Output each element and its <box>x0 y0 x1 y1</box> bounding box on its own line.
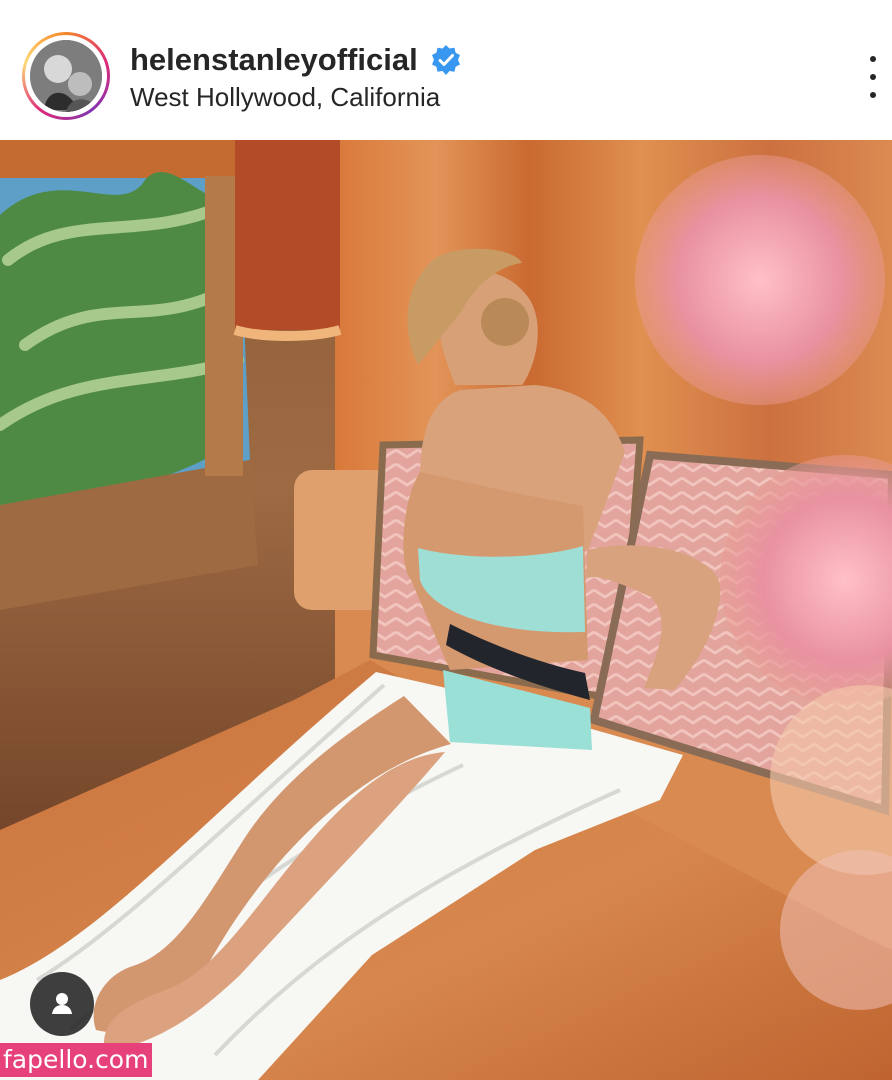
user-tag-button[interactable] <box>30 972 94 1036</box>
post-header: helenstanleyofficial West Hollywood, Cal… <box>0 0 892 140</box>
photo-illustration <box>0 140 892 1080</box>
username-row: helenstanleyofficial <box>130 40 462 80</box>
post-photo[interactable] <box>0 140 892 1080</box>
avatar-photo <box>30 40 102 112</box>
instagram-post: helenstanleyofficial West Hollywood, Cal… <box>0 0 892 1080</box>
avatar[interactable] <box>30 40 102 112</box>
user-tag-icon <box>52 993 72 1014</box>
more-options-icon-dot <box>870 92 876 98</box>
more-options-icon <box>870 56 876 62</box>
username[interactable]: helenstanleyofficial <box>130 42 418 78</box>
story-ring[interactable] <box>22 32 110 120</box>
more-options-button[interactable] <box>858 56 888 98</box>
verified-badge-icon <box>431 45 460 75</box>
location-link[interactable]: West Hollywood, California <box>130 82 440 113</box>
avatar-gap <box>25 35 107 117</box>
more-options-icon-dot <box>870 74 876 80</box>
watermark: fapello.com <box>0 1043 153 1077</box>
